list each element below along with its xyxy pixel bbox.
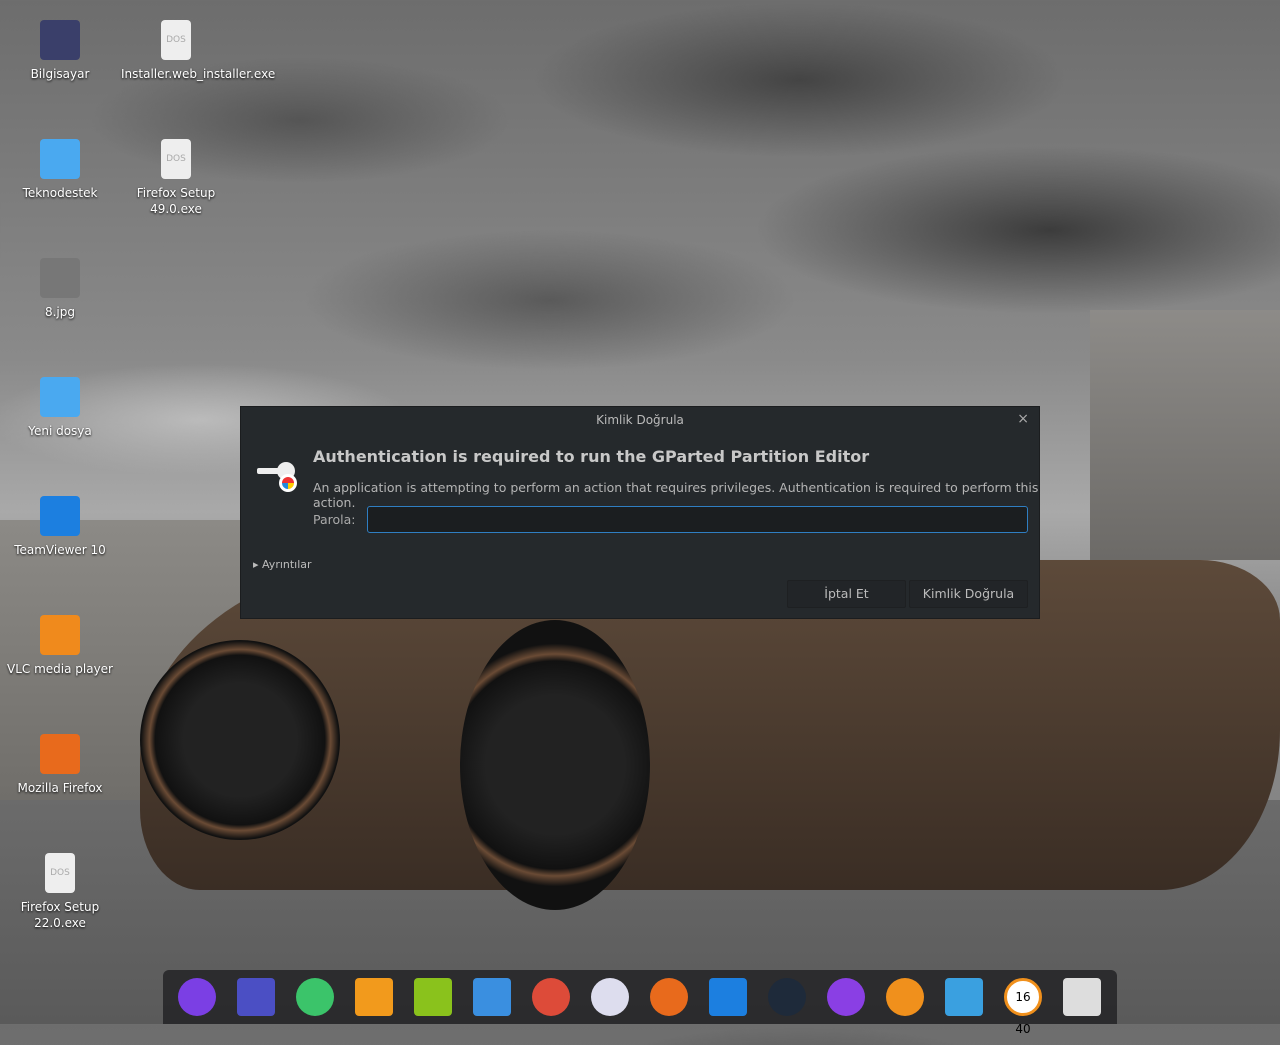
key-icon — [257, 462, 299, 494]
file-icon — [40, 615, 80, 655]
auth-dialog: Kimlik Doğrula × Authentication is requi… — [240, 406, 1040, 619]
file-icon — [40, 377, 80, 417]
dock-system-monitor-icon[interactable] — [768, 978, 806, 1016]
dock-screenshot-icon[interactable] — [237, 978, 275, 1016]
dock-screen-capture-icon[interactable] — [945, 978, 983, 1016]
desktop-icon-label: Installer.web_installer.exe — [121, 67, 276, 81]
desktop-icon-label: 8.jpg — [44, 305, 76, 319]
cancel-button[interactable]: İptal Et — [787, 580, 906, 608]
dock-music-icon[interactable] — [414, 978, 452, 1016]
desktop-icon[interactable]: DOS Installer.web_installer.exe — [121, 20, 276, 82]
desktop-icon-label: TeamViewer 10 — [14, 543, 106, 557]
file-icon — [40, 20, 80, 60]
desktop-icon-label: Teknodestek — [22, 186, 98, 200]
dock-deepin-store-icon[interactable] — [296, 978, 334, 1016]
desktop-icon[interactable]: DOS Firefox Setup 22.0.exe — [5, 853, 115, 931]
triangle-right-icon: ▸ — [253, 558, 263, 571]
desktop-icon[interactable]: Mozilla Firefox — [5, 734, 115, 796]
desktop-icon[interactable]: Teknodestek — [5, 139, 115, 201]
dock-launcher-icon[interactable] — [178, 978, 216, 1016]
dock-settings-icon[interactable] — [591, 978, 629, 1016]
dock-file-manager-icon[interactable] — [886, 978, 924, 1016]
desktop-icon-label: Firefox Setup 49.0.exe — [136, 186, 216, 216]
file-icon: DOS — [161, 139, 191, 179]
dialog-title: Kimlik Doğrula — [596, 413, 684, 427]
wallpaper-wheel — [460, 620, 650, 910]
dock-video-icon[interactable] — [473, 978, 511, 1016]
desktop-icon[interactable]: 8.jpg — [5, 258, 115, 320]
dock-clock-icon[interactable]: 16 40 — [1004, 978, 1042, 1036]
dock: 16 40 — [163, 970, 1117, 1036]
desktop-icon-label: Mozilla Firefox — [17, 781, 103, 795]
dock-firefox-icon[interactable] — [650, 978, 688, 1016]
desktop-icon[interactable]: DOS Firefox Setup 49.0.exe — [121, 139, 231, 217]
desktop-icon[interactable]: TeamViewer 10 — [5, 496, 115, 558]
wallpaper-tower — [1090, 310, 1280, 560]
details-expander[interactable]: ▸ Ayrıntılar — [253, 558, 312, 571]
password-input[interactable] — [367, 506, 1028, 533]
password-label: Parola: — [313, 512, 356, 527]
desktop-icon-label: Yeni dosya — [28, 424, 92, 438]
desktop-icon-label: Firefox Setup 22.0.exe — [20, 900, 100, 930]
file-icon — [40, 734, 80, 774]
dock-trash-icon[interactable] — [1063, 978, 1101, 1016]
file-icon — [40, 496, 80, 536]
dock-shutdown-icon[interactable] — [827, 978, 865, 1016]
dock-app-store-icon[interactable] — [355, 978, 393, 1016]
details-label: Ayrıntılar — [262, 558, 312, 571]
dock-chrome-icon[interactable] — [532, 978, 570, 1016]
close-icon[interactable]: × — [1017, 411, 1029, 427]
dock-teamviewer-icon[interactable] — [709, 978, 747, 1016]
file-icon — [40, 139, 80, 179]
file-icon: DOS — [45, 853, 75, 893]
file-icon — [40, 258, 80, 298]
desktop-icon-label: Bilgisayar — [30, 67, 90, 81]
authenticate-button[interactable]: Kimlik Doğrula — [909, 580, 1028, 608]
desktop-icon[interactable]: Yeni dosya — [5, 377, 115, 439]
file-icon: DOS — [161, 20, 191, 60]
desktop-icon[interactable]: Bilgisayar — [5, 20, 115, 82]
desktop-icon[interactable]: VLC media player — [5, 615, 115, 677]
desktop-icon-label: VLC media player — [6, 662, 113, 676]
wallpaper-wheel — [140, 640, 340, 840]
dialog-heading: Authentication is required to run the GP… — [313, 447, 870, 466]
